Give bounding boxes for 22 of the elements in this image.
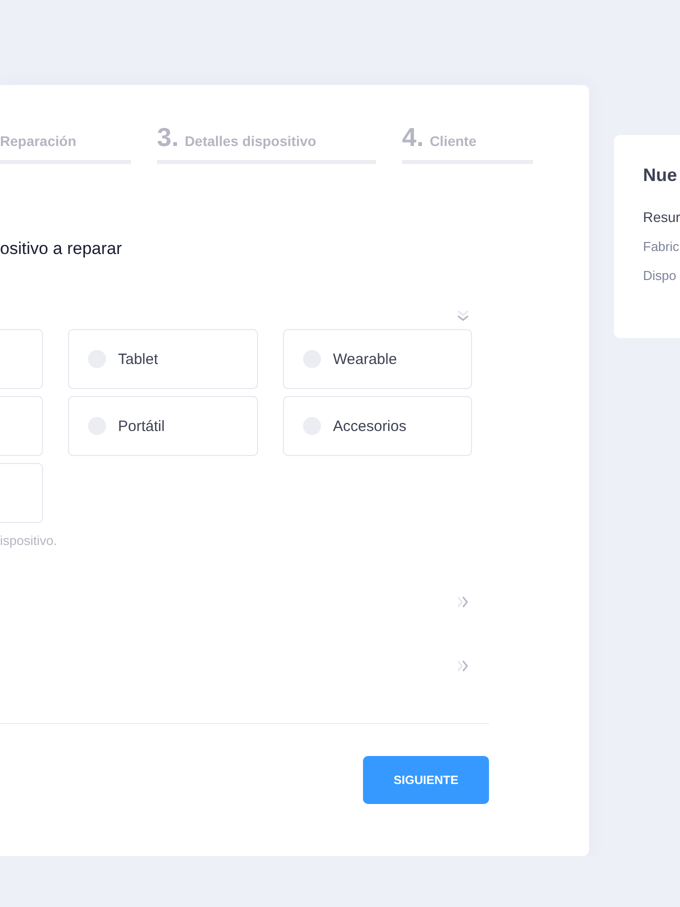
option-card[interactable]: Tablet <box>68 329 258 389</box>
summary-field: Fabric <box>643 239 680 254</box>
option-card[interactable] <box>0 396 43 456</box>
chevron-down-icon[interactable] <box>456 309 470 323</box>
helper-text: ispositivo. <box>0 533 58 548</box>
option-label: Tablet <box>118 350 158 368</box>
option-label: Wearable <box>333 350 397 368</box>
step-number: 4. <box>402 122 424 152</box>
option-card[interactable]: Portátil <box>68 396 258 456</box>
section-title: ositivo a reparar <box>0 238 123 260</box>
summary-title: Nue <box>643 164 678 187</box>
chevron-right-icon[interactable] <box>456 595 470 609</box>
option-label: Portátil <box>118 418 165 434</box>
step-number: 3. <box>157 122 179 152</box>
summary-field: Dispo <box>643 268 680 283</box>
option-label: Accesorios <box>333 418 406 434</box>
chevron-right-icon[interactable] <box>456 659 470 673</box>
option-card[interactable] <box>0 329 43 389</box>
summary-subtitle: Resur <box>643 209 680 225</box>
option-card[interactable]: Wearable <box>283 329 472 389</box>
option-card[interactable] <box>0 463 43 523</box>
option-card[interactable]: Accesorios <box>283 396 472 456</box>
